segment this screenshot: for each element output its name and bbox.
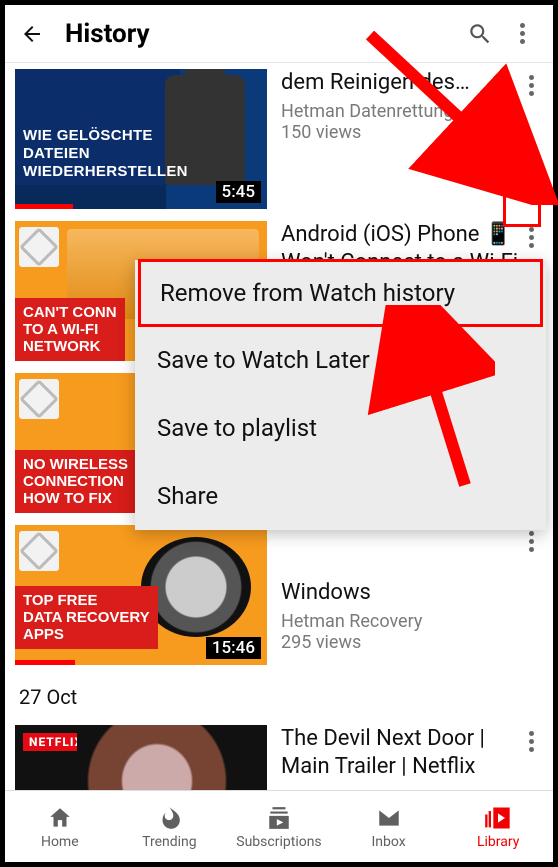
flame-icon bbox=[155, 804, 183, 832]
context-menu: Remove from Watch history Save to Watch … bbox=[135, 260, 546, 530]
video-title: Windows bbox=[281, 579, 539, 607]
back-button[interactable] bbox=[19, 21, 45, 47]
nav-home[interactable]: Home bbox=[5, 791, 115, 862]
video-title: The Devil Next Door | Main Trailer | Net… bbox=[281, 725, 539, 781]
video-thumbnail: TOP FREE DATA RECOVERY APPS 15:46 bbox=[15, 525, 267, 665]
video-thumbnail: NETFLIX bbox=[15, 725, 267, 790]
video-item[interactable]: TOP FREE DATA RECOVERY APPS 15:46 Window… bbox=[5, 519, 553, 671]
nav-library[interactable]: Library bbox=[443, 791, 553, 862]
more-vert-icon bbox=[520, 23, 525, 44]
bottom-nav: Home Trending Subscriptions Inbox Librar… bbox=[5, 790, 553, 862]
view-count: 295 views bbox=[281, 632, 539, 653]
view-count: 150 views bbox=[281, 122, 539, 143]
nav-trending[interactable]: Trending bbox=[115, 791, 225, 862]
date-section-header: 27 Oct bbox=[5, 671, 553, 719]
arrow-left-icon bbox=[20, 22, 44, 46]
search-icon bbox=[467, 21, 493, 47]
mail-icon bbox=[375, 804, 403, 832]
thumb-overlay-text: WIE GELÖSCHTE DATEIEN WIEDERHERSTELLEN bbox=[15, 121, 196, 189]
video-meta: dem Reinigen des… Hetman Datenrettung 15… bbox=[267, 69, 543, 209]
thumb-overlay-text: NO WIRELESS CONNECTION HOW TO FIX bbox=[15, 450, 136, 513]
video-item[interactable]: NETFLIX The Devil Next Door | Main Trail… bbox=[5, 719, 553, 790]
search-button[interactable] bbox=[463, 17, 497, 51]
menu-item-share[interactable]: Share bbox=[135, 462, 546, 530]
nav-label: Home bbox=[41, 834, 79, 850]
nav-label: Inbox bbox=[371, 834, 405, 850]
thumb-overlay-text: CAN'T CONN TO A WI-FI NETWORK bbox=[15, 298, 125, 361]
subscriptions-icon bbox=[265, 804, 293, 832]
watch-progress bbox=[15, 660, 75, 665]
duration-badge: 5:45 bbox=[216, 181, 261, 203]
home-icon bbox=[46, 804, 74, 832]
page-title: History bbox=[65, 19, 455, 49]
duration-badge: 15:46 bbox=[206, 637, 261, 659]
more-vert-icon bbox=[529, 731, 534, 752]
menu-item-save-playlist[interactable]: Save to playlist bbox=[135, 394, 546, 462]
nav-label: Library bbox=[477, 834, 519, 850]
thumb-overlay-text: TOP FREE DATA RECOVERY APPS bbox=[15, 586, 158, 649]
overflow-button[interactable] bbox=[505, 17, 539, 51]
video-meta: Windows Hetman Recovery 295 views bbox=[267, 525, 543, 665]
video-item[interactable]: WIE GELÖSCHTE DATEIEN WIEDERHERSTELLEN 5… bbox=[5, 63, 553, 215]
video-thumbnail: WIE GELÖSCHTE DATEIEN WIEDERHERSTELLEN 5… bbox=[15, 69, 267, 209]
video-menu-button[interactable] bbox=[517, 727, 545, 755]
more-vert-icon bbox=[529, 75, 534, 96]
channel-name: Hetman Recovery bbox=[281, 611, 539, 632]
more-vert-icon bbox=[529, 531, 534, 552]
more-vert-icon bbox=[529, 227, 534, 248]
nav-inbox[interactable]: Inbox bbox=[334, 791, 444, 862]
video-menu-button[interactable] bbox=[517, 71, 545, 99]
video-title: dem Reinigen des… bbox=[281, 69, 539, 97]
video-menu-button[interactable] bbox=[517, 223, 545, 251]
watch-progress bbox=[15, 204, 73, 209]
app-header: History bbox=[5, 5, 553, 63]
nav-label: Subscriptions bbox=[236, 834, 321, 850]
menu-item-remove-history[interactable]: Remove from Watch history bbox=[138, 259, 543, 327]
library-icon bbox=[484, 804, 512, 832]
channel-name: Hetman Datenrettung bbox=[281, 101, 539, 122]
menu-item-watch-later[interactable]: Save to Watch Later bbox=[135, 326, 546, 394]
nav-label: Trending bbox=[142, 834, 197, 850]
video-meta: The Devil Next Door | Main Trailer | Net… bbox=[267, 725, 543, 790]
nav-subscriptions[interactable]: Subscriptions bbox=[224, 791, 334, 862]
video-menu-button[interactable] bbox=[517, 527, 545, 555]
